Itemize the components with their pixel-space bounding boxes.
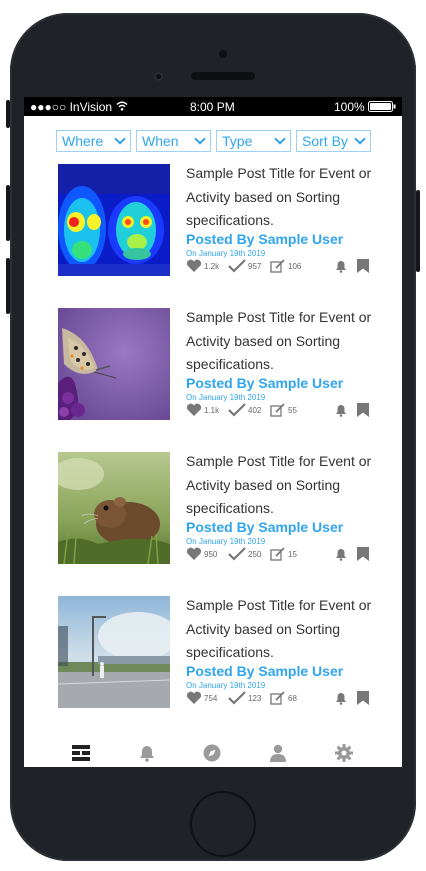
post-date: On January 19th 2019 [186,249,266,258]
bell-icon[interactable] [334,547,348,561]
likes-count: 1.1k [204,406,220,415]
post-title[interactable]: Sample Post Title for Event or Activity … [186,162,376,233]
bell-icon[interactable] [138,744,156,762]
post-author[interactable]: Posted By Sample User [186,375,343,391]
thermal-image [58,164,170,276]
compass-icon[interactable] [203,744,221,762]
status-bar: ●●●○○ InVision 8:00 PM 100% [24,97,402,116]
bottom-nav [24,739,402,767]
bell-icon[interactable] [334,403,348,417]
post-item[interactable]: Sample Post Title for Event or Activity … [58,452,388,564]
filter-when-label: When [142,133,179,149]
bell-icon[interactable] [334,691,348,705]
check-icon[interactable] [228,403,246,417]
volume-down-button [6,258,10,314]
app-screen: ●●●○○ InVision 8:00 PM 100% Where When T… [24,97,402,767]
bookmark-icon[interactable] [356,403,370,417]
user-icon[interactable] [269,744,287,762]
filter-where[interactable]: Where [56,130,131,152]
earpiece-speaker [191,72,255,80]
post-stats: 950 250 15 [186,547,386,563]
filter-type[interactable]: Type [216,130,291,152]
butterfly-photo [58,308,170,420]
likes-count: 950 [204,550,218,559]
edit-icon[interactable] [270,547,286,561]
gear-icon[interactable] [335,744,353,762]
mute-switch [6,100,10,128]
chevron-down-icon [274,133,286,145]
post-author[interactable]: Posted By Sample User [186,663,343,679]
post-author[interactable]: Posted By Sample User [186,231,343,247]
clock: 8:00 PM [190,100,235,114]
filter-bar: Where When Type Sort By [56,130,374,154]
edit-icon[interactable] [270,259,286,273]
likes-count: 1.2k [204,262,220,271]
camera-dot [219,50,227,58]
check-icon[interactable] [228,691,246,705]
battery-icon [368,101,396,112]
filter-where-label: Where [62,133,104,149]
post-title[interactable]: Sample Post Title for Event or Activity … [186,306,376,377]
filter-sort-by[interactable]: Sort By [296,130,371,152]
post-stats: 754 123 68 [186,691,386,707]
carrier-label: ●●●○○ InVision [30,100,113,114]
check-icon[interactable] [228,547,246,561]
power-button [416,190,420,272]
filter-sort-label: Sort By [302,133,348,149]
heart-icon[interactable] [186,547,202,561]
list-icon[interactable] [72,744,90,762]
edit-icon[interactable] [270,403,286,417]
front-camera [154,72,163,81]
post-title[interactable]: Sample Post Title for Event or Activity … [186,450,376,521]
heart-icon[interactable] [186,403,202,417]
chevron-down-icon [354,133,366,145]
edits-count: 55 [288,406,297,415]
post-date: On January 19th 2019 [186,681,266,690]
edits-count: 68 [288,694,297,703]
post-item[interactable]: Sample Post Title for Event or Activity … [58,164,388,276]
post-item[interactable]: Sample Post Title for Event or Activity … [58,596,388,708]
bell-icon[interactable] [334,259,348,273]
check-icon[interactable] [228,259,246,273]
edits-count: 15 [288,550,297,559]
home-button[interactable] [192,793,254,855]
checks-count: 402 [248,406,262,415]
heart-icon[interactable] [186,259,202,273]
volume-up-button [6,185,10,241]
post-item[interactable]: Sample Post Title for Event or Activity … [58,308,388,420]
checks-count: 123 [248,694,262,703]
post-date: On January 19th 2019 [186,537,266,546]
bookmark-icon[interactable] [356,691,370,705]
checks-count: 250 [248,550,262,559]
edit-icon[interactable] [270,691,286,705]
likes-count: 754 [204,694,218,703]
heart-icon[interactable] [186,691,202,705]
bookmark-icon[interactable] [356,259,370,273]
vole-photo [58,452,170,564]
battery-percent: 100% [334,100,365,114]
checks-count: 957 [248,262,262,271]
wifi-icon [116,101,128,111]
bookmark-icon[interactable] [356,547,370,561]
post-date: On January 19th 2019 [186,393,266,402]
post-author[interactable]: Posted By Sample User [186,519,343,535]
post-stats: 1.1k 402 55 [186,403,386,419]
post-title[interactable]: Sample Post Title for Event or Activity … [186,594,376,665]
chevron-down-icon [194,133,206,145]
street-photo [58,596,170,708]
filter-type-label: Type [222,133,253,149]
filter-when[interactable]: When [136,130,211,152]
edits-count: 106 [288,262,302,271]
post-stats: 1.2k 957 106 [186,259,386,275]
chevron-down-icon [114,133,126,145]
